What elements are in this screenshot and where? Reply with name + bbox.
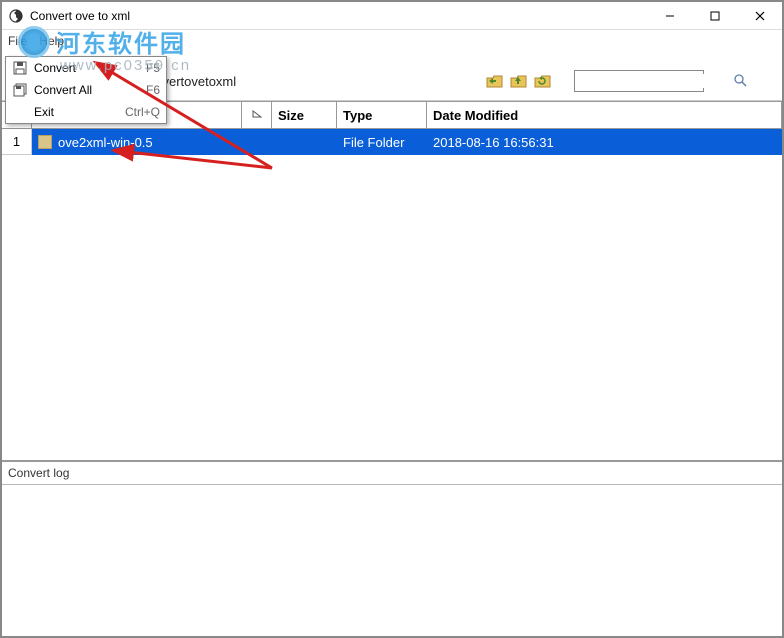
menu-file[interactable]: File	[8, 34, 27, 48]
menubar: File Help	[2, 30, 782, 52]
window-controls	[647, 2, 782, 30]
col-date[interactable]: Date Modified	[427, 102, 782, 128]
minimize-button[interactable]	[647, 2, 692, 30]
blank-icon	[12, 104, 28, 120]
file-menu-dropdown: Convert F5 Convert All F6 Exit Ctrl+Q	[5, 56, 167, 124]
save-icon	[12, 60, 28, 76]
file-list: Name Size Type Date Modified 1 ove2xml-w…	[2, 101, 782, 460]
folder-icon	[38, 135, 52, 149]
log-body	[2, 484, 782, 636]
col-size[interactable]: Size	[272, 102, 337, 128]
table-row[interactable]: 1 ove2xml-win-0.5 File Folder 2018-08-16…	[2, 129, 782, 155]
menu-help[interactable]: Help	[39, 34, 64, 48]
row-size	[272, 129, 337, 155]
menu-convert-label: Convert	[34, 61, 140, 75]
search-icon[interactable]	[733, 73, 747, 90]
log-panel: Convert log	[2, 460, 782, 636]
search-input[interactable]	[578, 74, 733, 88]
menu-exit-shortcut: Ctrl+Q	[125, 105, 160, 119]
menu-exit[interactable]: Exit Ctrl+Q	[6, 101, 166, 123]
row-type: File Folder	[337, 129, 427, 155]
search-box[interactable]	[574, 70, 704, 92]
folder-up-icon[interactable]	[510, 73, 528, 89]
log-title: Convert log	[2, 462, 782, 484]
menu-convert-shortcut: F5	[146, 61, 160, 75]
menu-convert-all[interactable]: Convert All F6	[6, 79, 166, 101]
folder-back-icon[interactable]	[486, 73, 504, 89]
menu-convert-all-label: Convert All	[34, 83, 140, 97]
file-rows: 1 ove2xml-win-0.5 File Folder 2018-08-16…	[2, 129, 782, 460]
menu-convert-all-shortcut: F6	[146, 83, 160, 97]
menu-convert[interactable]: Convert F5	[6, 57, 166, 79]
col-type[interactable]: Type	[337, 102, 427, 128]
menu-exit-label: Exit	[34, 105, 119, 119]
app-icon	[8, 8, 24, 24]
maximize-button[interactable]	[692, 2, 737, 30]
col-sort-indicator[interactable]	[242, 102, 272, 128]
folder-refresh-icon[interactable]	[534, 73, 552, 89]
titlebar: Convert ove to xml	[2, 2, 782, 30]
row-date: 2018-08-16 16:56:31	[427, 129, 782, 155]
folder-nav-icons	[486, 73, 552, 89]
close-button[interactable]	[737, 2, 782, 30]
row-name-cell[interactable]: ove2xml-win-0.5	[32, 129, 272, 155]
row-number: 1	[2, 129, 32, 155]
window-title: Convert ove to xml	[30, 9, 647, 23]
row-name: ove2xml-win-0.5	[58, 135, 153, 150]
save-all-icon	[12, 82, 28, 98]
